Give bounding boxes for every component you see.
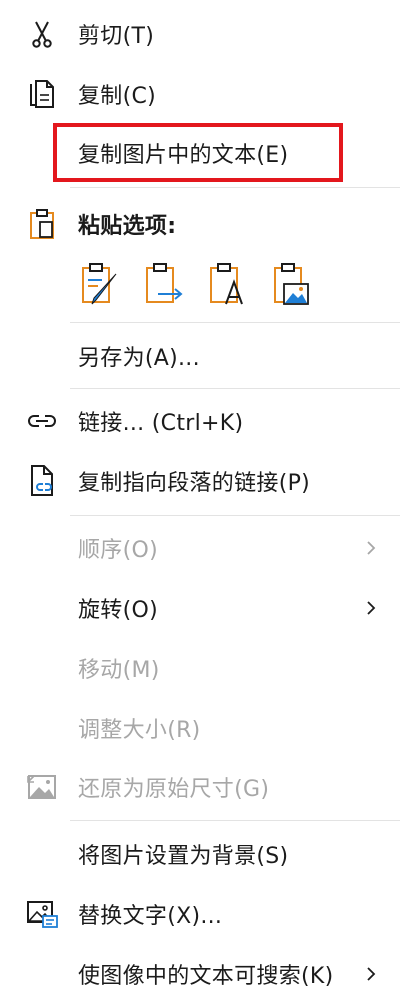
scissors-icon — [24, 16, 60, 52]
alt-text-label: 替换文字(X)... — [78, 904, 223, 929]
chevron-right-icon — [364, 967, 378, 981]
set-as-background-label: 将图片设置为背景(S) — [78, 844, 289, 869]
menu-item-save-as[interactable]: 另存为(A)... — [0, 328, 400, 384]
move-label: 移动(M) — [78, 658, 160, 683]
menu-item-cut[interactable]: 剪切(T) — [0, 6, 400, 62]
paste-options-row — [78, 258, 314, 310]
menu-item-link[interactable]: 链接... (Ctrl+K) — [0, 393, 400, 449]
document-link-icon — [24, 463, 60, 499]
menu-item-copy[interactable]: 复制(C) — [0, 66, 400, 122]
link-label: 链接... (Ctrl+K) — [78, 411, 244, 436]
clipboard-icon — [24, 206, 60, 242]
reset-picture-icon — [24, 769, 60, 805]
paste-keep-text-only-icon[interactable] — [206, 258, 250, 310]
paste-options-label: 粘贴选项: — [78, 214, 177, 239]
save-as-label: 另存为(A)... — [78, 346, 200, 371]
alt-text-icon — [24, 896, 60, 932]
resize-label: 调整大小(R) — [78, 718, 201, 743]
chevron-right-icon — [364, 601, 378, 615]
separator — [70, 187, 400, 188]
menu-item-set-as-background[interactable]: 将图片设置为背景(S) — [0, 826, 400, 882]
paste-options-header: 粘贴选项: — [0, 196, 400, 252]
reset-size-label: 还原为原始尺寸(G) — [78, 777, 270, 802]
separator — [70, 515, 400, 516]
make-text-searchable-label: 使图像中的文本可搜索(K) — [78, 964, 334, 989]
copy-icon — [24, 76, 60, 112]
copy-link-to-paragraph-label: 复制指向段落的链接(P) — [78, 471, 311, 496]
context-menu: 剪切(T) 复制(C) 复制图片中的文本(E) 粘贴选项: 另存为(A)... … — [0, 0, 400, 1008]
copy-label: 复制(C) — [78, 84, 157, 109]
separator — [70, 820, 400, 821]
separator — [70, 322, 400, 323]
chevron-right-icon — [364, 541, 378, 555]
order-label: 顺序(O) — [78, 538, 158, 563]
menu-item-copy-link-to-paragraph[interactable]: 复制指向段落的链接(P) — [0, 453, 400, 509]
menu-item-rotate[interactable]: 旋转(O) — [0, 580, 400, 636]
paste-picture-icon[interactable] — [270, 258, 314, 310]
menu-item-resize: 调整大小(R) — [0, 700, 400, 756]
cut-label: 剪切(T) — [78, 24, 155, 49]
rotate-label: 旋转(O) — [78, 598, 158, 623]
paste-merge-formatting-icon[interactable] — [142, 258, 186, 310]
menu-item-alt-text[interactable]: 替换文字(X)... — [0, 886, 400, 942]
menu-item-move: 移动(M) — [0, 640, 400, 696]
menu-item-reset-size: 还原为原始尺寸(G) — [0, 759, 400, 815]
separator — [70, 388, 400, 389]
paste-keep-formatting-icon[interactable] — [78, 258, 122, 310]
link-icon — [24, 403, 60, 439]
menu-item-order: 顺序(O) — [0, 520, 400, 576]
highlight-box — [53, 123, 343, 182]
menu-item-make-text-searchable[interactable]: 使图像中的文本可搜索(K) — [0, 946, 400, 1002]
